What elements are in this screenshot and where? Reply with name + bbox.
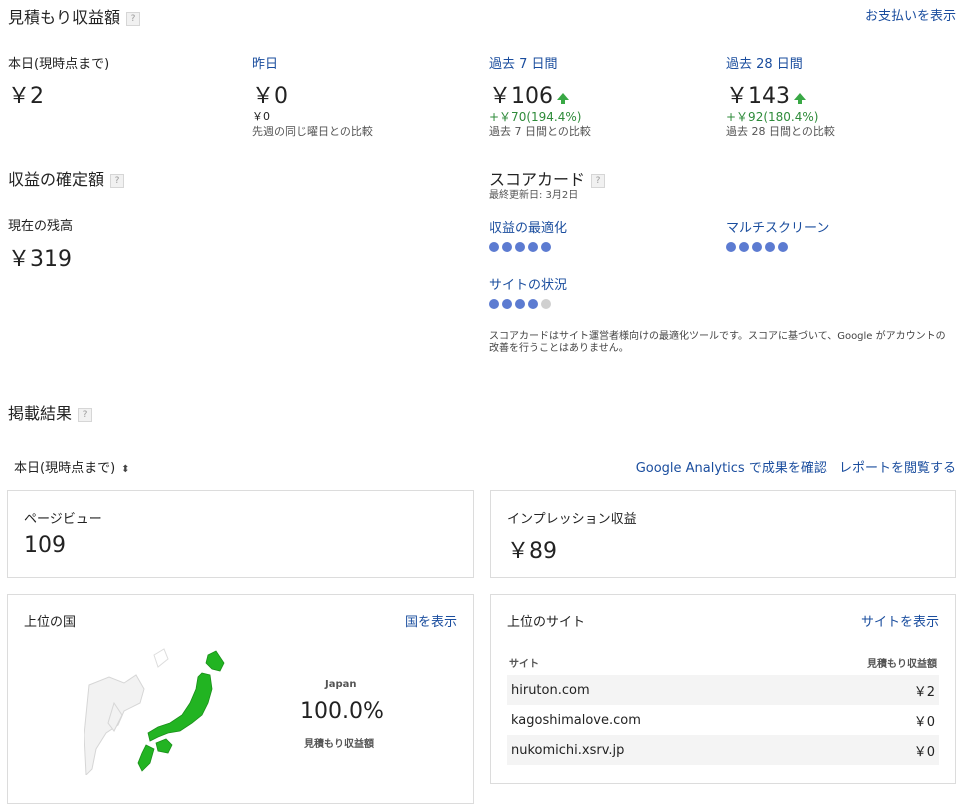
- pageviews-value: 109: [24, 533, 66, 558]
- impression-revenue-label: インプレッション収益: [507, 512, 637, 527]
- col-value-header: 見積もり収益額: [867, 658, 937, 670]
- rating-dot-filled: [528, 299, 538, 309]
- yesterday-diff: ￥0: [252, 110, 270, 123]
- last-7-days-value-row: ￥106: [489, 78, 569, 110]
- top-countries-card: 上位の国 国を表示 Japan 100.0% 見積もり収益額: [7, 594, 474, 804]
- impression-revenue-card: インプレッション収益 ￥89: [490, 490, 956, 578]
- scorecard-note: スコアカードはサイト運営者様向けの最適化ツールです。スコアに基づいて、Googl…: [489, 331, 946, 354]
- help-icon[interactable]: ?: [110, 173, 125, 188]
- site-value: ￥2: [913, 684, 935, 700]
- top-country-metric: 見積もり収益額: [304, 739, 374, 750]
- impression-revenue-value: ￥89: [507, 539, 557, 564]
- today-value: ￥2: [8, 84, 44, 109]
- pageviews-card: ページビュー 109: [7, 490, 474, 578]
- top-country-name: Japan: [325, 679, 357, 690]
- last-7-days-compare: 過去 7 日間との比較: [489, 125, 591, 138]
- map-neighbor-land: [153, 648, 169, 668]
- table-row[interactable]: kagoshimalove.com ￥0: [507, 705, 939, 735]
- period-select[interactable]: 本日(現時点まで) ⬍: [14, 457, 130, 476]
- yesterday-compare: 先週の同じ曜日との比較: [252, 125, 373, 138]
- help-icon[interactable]: ?: [591, 173, 606, 188]
- site-name: nukomichi.xsrv.jp: [511, 742, 625, 758]
- site-name: hiruton.com: [511, 682, 590, 698]
- rating-dot-filled: [502, 242, 512, 252]
- estimated-earnings-title: 見積もり収益額: [8, 8, 121, 27]
- rating-dot-filled: [502, 299, 512, 309]
- yesterday-link[interactable]: 昨日: [252, 53, 278, 72]
- scorecard-revenue-optimization-link[interactable]: 収益の最適化: [489, 217, 567, 236]
- scorecard-multiscreen-link[interactable]: マルチスクリーン: [726, 217, 829, 236]
- today-label: 本日(現時点まで): [8, 57, 110, 72]
- period-select-value: 本日(現時点まで): [14, 461, 116, 476]
- view-sites-link[interactable]: サイトを表示: [861, 611, 939, 630]
- sort-arrows-icon: ⬍: [121, 464, 130, 475]
- help-icon[interactable]: ?: [126, 11, 141, 26]
- rating-dot-filled: [739, 242, 749, 252]
- top-sites-table: サイト 見積もり収益額 hiruton.com ￥2 kagoshimalove…: [507, 649, 939, 765]
- rating-dots-site-health: [489, 299, 551, 309]
- table-header: サイト 見積もり収益額: [507, 649, 939, 675]
- last-7-days-link[interactable]: 過去 7 日間: [489, 53, 558, 72]
- finalized-earnings-title: 収益の確定額: [8, 170, 105, 189]
- top-countries-title: 上位の国: [24, 615, 77, 630]
- rating-dot-empty: [541, 299, 551, 309]
- rating-dots-multiscreen: [726, 242, 788, 252]
- rating-dot-filled: [541, 242, 551, 252]
- view-reports-link[interactable]: レポートを閲覧する: [839, 461, 956, 476]
- country-map: [84, 648, 225, 775]
- performance-links: Google Analytics で成果を確認 レポートを閲覧する: [636, 457, 956, 476]
- view-payments-link[interactable]: お支払いを表示: [865, 5, 956, 24]
- table-row[interactable]: hiruton.com ￥2: [507, 675, 939, 705]
- last-28-days-compare: 過去 28 日間との比較: [726, 125, 835, 138]
- arrow-up-icon: [557, 93, 569, 104]
- site-value: ￥0: [913, 744, 935, 760]
- rating-dot-filled: [489, 299, 499, 309]
- arrow-up-icon: [794, 93, 806, 104]
- top-sites-card: 上位のサイト サイトを表示 サイト 見積もり収益額 hiruton.com ￥2…: [490, 594, 956, 784]
- last-7-days-value: ￥106: [489, 84, 553, 109]
- yesterday-value: ￥0: [252, 84, 288, 109]
- site-value: ￥0: [913, 714, 935, 730]
- current-balance-label: 現在の残高: [8, 219, 74, 234]
- last-28-days-value: ￥143: [726, 84, 790, 109]
- map-region-japan[interactable]: [137, 650, 225, 772]
- current-balance-value: ￥319: [8, 247, 72, 272]
- last-28-days-link[interactable]: 過去 28 日間: [726, 53, 803, 72]
- rating-dot-filled: [528, 242, 538, 252]
- google-analytics-link[interactable]: Google Analytics で成果を確認: [636, 461, 827, 476]
- rating-dot-filled: [726, 242, 736, 252]
- rating-dot-filled: [489, 242, 499, 252]
- estimated-earnings-heading: 見積もり収益額?: [8, 4, 141, 28]
- top-sites-title: 上位のサイト: [507, 615, 586, 630]
- scorecard-site-health-link[interactable]: サイトの状況: [489, 274, 567, 293]
- top-country-percent: 100.0%: [300, 699, 384, 724]
- rating-dot-filled: [752, 242, 762, 252]
- help-icon[interactable]: ?: [78, 407, 93, 422]
- rating-dot-filled: [778, 242, 788, 252]
- performance-heading: 掲載結果?: [8, 400, 93, 424]
- rating-dots-revenue-optimization: [489, 242, 551, 252]
- col-site-header: サイト: [509, 658, 539, 670]
- finalized-earnings-heading: 収益の確定額?: [8, 166, 125, 190]
- site-name: kagoshimalove.com: [511, 712, 641, 728]
- view-countries-link[interactable]: 国を表示: [405, 611, 457, 630]
- pageviews-label: ページビュー: [24, 512, 102, 527]
- rating-dot-filled: [515, 299, 525, 309]
- table-row[interactable]: nukomichi.xsrv.jp ￥0: [507, 735, 939, 765]
- rating-dot-filled: [765, 242, 775, 252]
- rating-dot-filled: [515, 242, 525, 252]
- performance-title: 掲載結果: [8, 404, 73, 423]
- scorecard-updated: 最終更新日: 3月2日: [489, 190, 579, 201]
- last-28-days-value-row: ￥143: [726, 78, 806, 110]
